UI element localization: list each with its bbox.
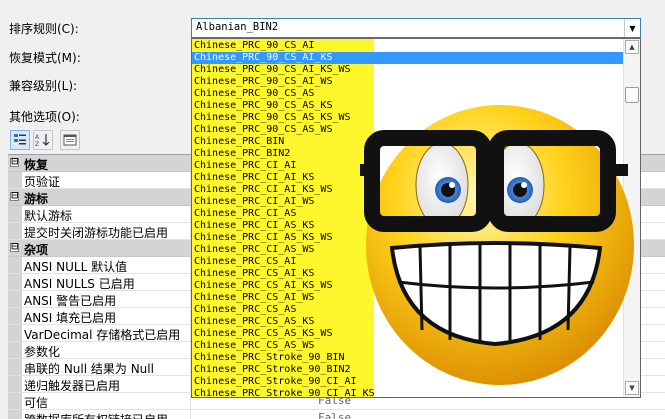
scroll-up-icon[interactable]: ▲ [625,40,639,54]
grid-row-label: 参数化 [24,345,61,359]
grid-row-label: 串联的 Null 结果为 Null [24,362,154,376]
collation-combobox[interactable]: Albanian_BIN2 ▼ [191,18,641,38]
grid-row-label: 页验证 [24,175,61,189]
sort-rule-label: 排序规则(C): [9,22,79,36]
grid-row-label: ANSI 警告已启用 [24,294,117,308]
collation-option[interactable]: Chinese_PRC_90_CS_AI_WS [192,76,624,88]
svg-text:A: A [35,134,40,141]
grid-row-label: 跨数据库所有权链接已启用 [24,411,168,419]
collation-value: Albanian_BIN2 [196,21,279,33]
grid-row-label: 提交时关闭游标功能已启用 [24,226,169,240]
recovery-mode-label: 恢复模式(M): [9,51,81,65]
collation-option[interactable]: Chinese_PRC_90_CS_AI_KS_WS [192,64,624,76]
nerd-smiley-icon [360,105,634,385]
other-options-label: 其他选项(O): [9,110,80,124]
grid-row-label: 可信 [24,396,49,410]
grid-row-value[interactable]: False [318,411,351,419]
property-pages-icon[interactable] [60,130,80,150]
grid-row-label: ANSI NULLS 已启用 [24,277,135,291]
dropdown-arrow-icon[interactable]: ▼ [624,19,640,37]
grid-row-label: VarDecimal 存储格式已启用 [24,328,181,342]
collation-option[interactable]: Chinese_PRC_90_CS_AI [192,40,624,52]
property-grid-toolbar: AZ [10,130,80,152]
grid-row-label: 递归触发器已启用 [24,379,121,393]
collation-option[interactable]: Chinese_PRC_90_CS_AI_KS [192,52,624,64]
collapse-icon[interactable]: ⊟ [10,192,19,201]
grid-row-label: 恢复 [24,158,49,172]
compat-level-label: 兼容级别(L): [9,79,78,93]
grid-row-label: 默认游标 [24,209,73,223]
svg-text:Z: Z [35,141,39,147]
collapse-icon[interactable]: ⊟ [10,243,19,252]
collapse-icon[interactable]: ⊟ [10,158,19,167]
grid-row-label: 游标 [24,192,49,206]
grid-row-label: ANSI NULL 默认值 [24,260,128,274]
grid-row-label: ANSI 填充已启用 [24,311,117,325]
categorized-icon[interactable] [10,130,30,150]
alphabetical-sort-icon[interactable]: AZ [33,130,53,150]
grid-row-label: 杂项 [24,243,49,257]
